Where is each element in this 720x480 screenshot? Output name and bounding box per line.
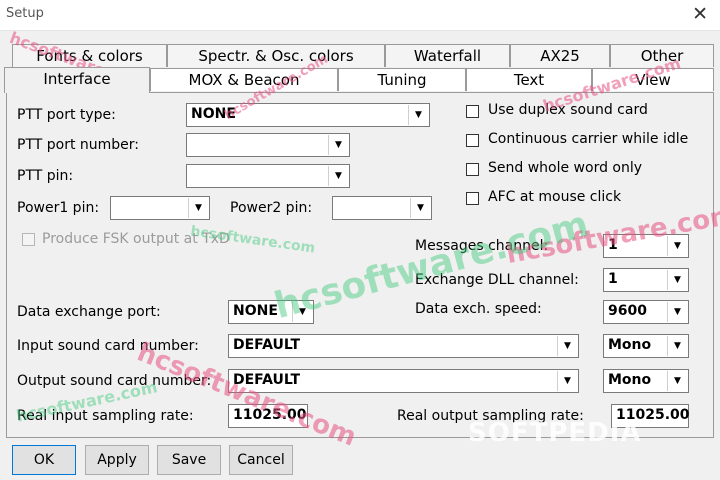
fsk-label: Produce FSK output at TxD (42, 231, 230, 247)
chevron-down-icon[interactable]: ▼ (410, 198, 430, 218)
output-mode-select[interactable]: Mono ▼ (603, 369, 689, 393)
messages-channel-select[interactable]: 1 ▼ (603, 234, 689, 258)
chevron-down-icon[interactable]: ▼ (292, 302, 312, 322)
data-exchange-speed-label: Data exch. speed: (415, 301, 542, 317)
tab-fonts-colors[interactable]: Fonts & colors (12, 44, 167, 67)
ptt-port-type-label: PTT port type: (17, 107, 116, 123)
exchange-dll-channel-select[interactable]: 1 ▼ (603, 268, 689, 292)
tab-view[interactable]: View (592, 68, 714, 91)
ptt-pin-label: PTT pin: (17, 168, 74, 184)
input-sound-card-select[interactable]: DEFAULT ▼ (228, 334, 579, 358)
tab-spectr-osc-colors[interactable]: Spectr. & Osc. colors (167, 44, 385, 67)
ptt-port-number-select[interactable]: ▼ (186, 133, 350, 157)
power2-pin-select[interactable]: ▼ (332, 196, 432, 220)
tab-other[interactable]: Other (610, 44, 714, 67)
chevron-down-icon[interactable]: ▼ (667, 371, 687, 391)
ok-button[interactable]: OK (12, 445, 76, 475)
chevron-down-icon[interactable]: ▼ (557, 336, 577, 356)
tab-mox-beacon[interactable]: MOX & Beacon (150, 68, 338, 91)
ptt-port-type-select[interactable]: NONE ▼ (186, 103, 430, 127)
output-sound-card-select[interactable]: DEFAULT ▼ (228, 369, 579, 393)
whole-word-checkbox[interactable] (466, 163, 479, 176)
chevron-down-icon[interactable]: ▼ (328, 135, 348, 155)
messages-channel-label: Messages channel: (415, 238, 549, 254)
chevron-down-icon[interactable]: ▼ (557, 371, 577, 391)
power1-pin-label: Power1 pin: (17, 200, 100, 216)
power1-pin-select[interactable]: ▼ (110, 196, 210, 220)
afc-checkbox[interactable] (466, 192, 479, 205)
output-sampling-rate-field[interactable]: 11025.00 (611, 404, 690, 428)
afc-label: AFC at mouse click (488, 189, 622, 205)
window-title: Setup (6, 6, 44, 21)
input-sound-card-label: Input sound card number: (17, 338, 199, 354)
tab-waterfall[interactable]: Waterfall (385, 44, 510, 67)
tab-interface[interactable]: Interface (4, 67, 150, 93)
duplex-sound-card-checkbox[interactable] (466, 105, 479, 118)
chevron-down-icon[interactable]: ▼ (408, 105, 428, 125)
title-bar: Setup ✕ (0, 0, 720, 31)
power2-pin-label: Power2 pin: (230, 200, 313, 216)
chevron-down-icon[interactable]: ▼ (667, 336, 687, 356)
input-sampling-rate-label: Real input sampling rate: (17, 408, 194, 424)
exchange-dll-channel-label: Exchange DLL channel: (415, 272, 579, 288)
data-exchange-port-select[interactable]: NONE ▼ (228, 300, 314, 324)
input-mode-select[interactable]: Mono ▼ (603, 334, 689, 358)
apply-button[interactable]: Apply (85, 445, 149, 475)
cancel-button[interactable]: Cancel (229, 445, 293, 475)
continuous-carrier-label: Continuous carrier while idle (488, 131, 689, 147)
data-exchange-speed-select[interactable]: 9600 ▼ (603, 300, 689, 324)
fsk-checkbox[interactable] (22, 233, 35, 246)
close-icon[interactable]: ✕ (692, 3, 708, 25)
save-button[interactable]: Save (157, 445, 221, 475)
tab-tuning[interactable]: Tuning (338, 68, 466, 91)
duplex-sound-card-label: Use duplex sound card (488, 102, 648, 118)
chevron-down-icon[interactable]: ▼ (188, 198, 208, 218)
ptt-port-number-label: PTT port number: (17, 137, 140, 153)
whole-word-label: Send whole word only (488, 160, 643, 176)
continuous-carrier-checkbox[interactable] (466, 134, 479, 147)
tab-text[interactable]: Text (466, 68, 592, 91)
setup-window: Setup ✕ Fonts & colors Spectr. & Osc. co… (0, 0, 720, 480)
chevron-down-icon[interactable]: ▼ (328, 166, 348, 186)
ptt-pin-select[interactable]: ▼ (186, 164, 350, 188)
output-sound-card-label: Output sound card number: (17, 373, 212, 389)
chevron-down-icon[interactable]: ▼ (667, 270, 687, 290)
tab-ax25[interactable]: AX25 (510, 44, 610, 67)
chevron-down-icon[interactable]: ▼ (667, 302, 687, 322)
data-exchange-port-label: Data exchange port: (17, 304, 161, 320)
chevron-down-icon[interactable]: ▼ (667, 236, 687, 256)
output-sampling-rate-label: Real output sampling rate: (397, 408, 584, 424)
input-sampling-rate-field[interactable]: 11025.00 (228, 404, 308, 428)
